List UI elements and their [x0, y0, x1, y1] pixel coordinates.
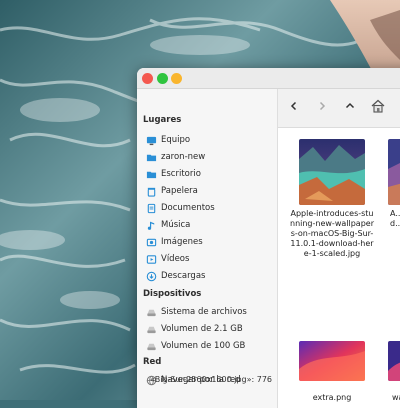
sidebar-item-label: Imágenes	[161, 237, 203, 247]
sidebar-item-volumen-100-gb[interactable]: Volumen de 100 GB	[146, 339, 274, 353]
file-item[interactable]: A... wal... d...	[378, 139, 400, 229]
sidebar-item-descargas[interactable]: Descargas	[146, 269, 274, 283]
videos-icon	[146, 254, 157, 265]
minimize-window-button[interactable]	[157, 73, 168, 84]
up-button[interactable]	[338, 95, 362, 117]
back-button[interactable]	[282, 95, 306, 117]
trash-icon	[146, 186, 157, 197]
sidebar-item-papelera[interactable]: Papelera	[146, 184, 274, 198]
close-window-button[interactable]	[142, 73, 153, 84]
forward-button[interactable]	[310, 95, 334, 117]
drive-icon	[146, 341, 157, 352]
sidebar-item-label: Documentos	[161, 203, 215, 213]
sidebar-item-label: Sistema de archivos	[161, 307, 247, 317]
window-titlebar[interactable]	[137, 68, 400, 89]
sidebar-item-videos[interactable]: Vídeos	[146, 252, 274, 266]
file-name: wallp...	[392, 393, 400, 402]
file-name: A... wal... d...	[390, 209, 400, 228]
home-button[interactable]	[366, 95, 390, 117]
file-name: extra.png	[312, 393, 352, 402]
sidebar-item-label: Volumen de 100 GB	[161, 341, 246, 351]
sidebar: Lugares Equipo zaron-new Escritorio Pape…	[137, 89, 278, 408]
drive-icon	[146, 307, 157, 318]
sidebar-item-sistema-de-archivos[interactable]: Sistema de archivos	[146, 305, 274, 319]
sidebar-item-label: Escritorio	[161, 169, 201, 179]
sidebar-item-label: Volumen de 2.1 GB	[161, 324, 243, 334]
sidebar-item-zaron-new[interactable]: zaron-new	[146, 150, 274, 164]
file-view-pane: Apple-introduces-stunning-new-wallpapers…	[278, 89, 400, 408]
file-item[interactable]: extra.png	[290, 341, 374, 403]
file-manager-window: Lugares Equipo zaron-new Escritorio Pape…	[137, 68, 400, 408]
sidebar-item-label: Papelera	[161, 186, 198, 196]
file-item[interactable]: wallp...	[378, 341, 400, 403]
toolbar	[278, 89, 400, 128]
pictures-icon	[146, 237, 157, 248]
maximize-window-button[interactable]	[171, 73, 182, 84]
sidebar-item-escritorio[interactable]: Escritorio	[146, 167, 274, 181]
chevron-left-icon	[290, 101, 297, 111]
home-icon	[371, 99, 385, 113]
music-icon	[146, 220, 157, 231]
sidebar-item-label: Descargas	[161, 271, 206, 281]
image-thumbnail	[388, 139, 400, 205]
chevron-up-icon	[345, 102, 355, 109]
sidebar-item-label: Música	[161, 220, 191, 230]
sidebar-item-musica[interactable]: Música	[146, 218, 274, 232]
home-folder-icon	[146, 152, 157, 163]
sidebar-item-documentos[interactable]: Documentos	[146, 201, 274, 215]
chevron-right-icon	[319, 101, 326, 111]
status-bar: «Big-Sur-2560x1600.jpg»: 776	[150, 375, 273, 384]
computer-icon	[146, 135, 157, 146]
section-title-places: Lugares	[143, 115, 182, 125]
image-thumbnail	[299, 139, 365, 205]
sidebar-item-equipo[interactable]: Equipo	[146, 133, 274, 147]
drive-icon	[146, 324, 157, 335]
desktop-folder-icon	[146, 169, 157, 180]
downloads-icon	[146, 271, 157, 282]
file-name: Apple-introduces-stunning-new-wallpapers…	[290, 209, 374, 258]
file-item[interactable]: Apple-introduces-stunning-new-wallpapers…	[290, 139, 374, 259]
sidebar-item-label: Vídeos	[161, 254, 190, 264]
sidebar-item-volumen-2-1-gb[interactable]: Volumen de 2.1 GB	[146, 322, 274, 336]
documents-icon	[146, 203, 157, 214]
section-title-devices: Dispositivos	[143, 289, 202, 299]
sidebar-item-imagenes[interactable]: Imágenes	[146, 235, 274, 249]
sidebar-item-label: zaron-new	[161, 152, 206, 162]
sidebar-item-label: Equipo	[161, 135, 191, 145]
section-title-network: Red	[143, 357, 162, 367]
